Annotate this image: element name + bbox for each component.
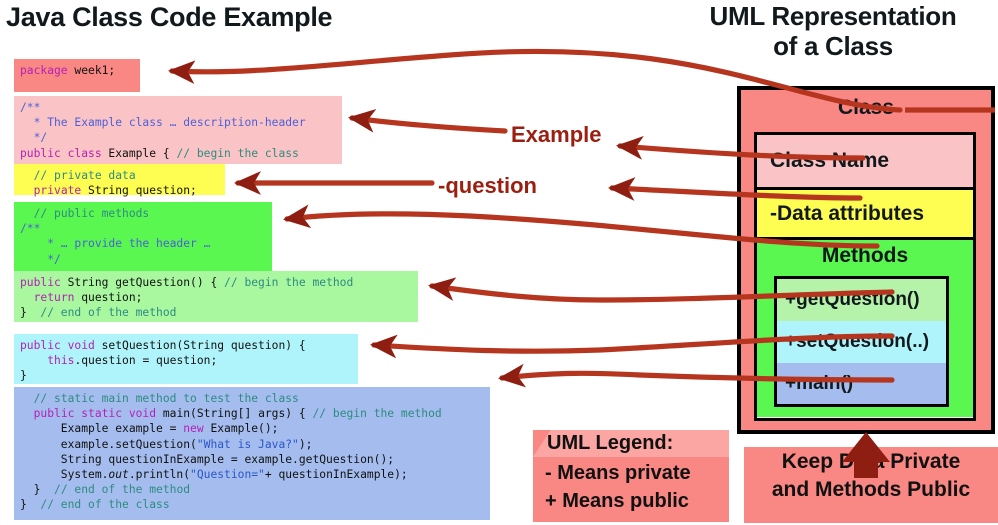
arrow-getquestion-to-block [427, 277, 895, 303]
connector-arrows [167, 48, 995, 478]
arrow-main-to-block [497, 363, 895, 388]
arrow-data-to-label [607, 177, 863, 201]
up-arrow-icon [842, 432, 890, 478]
arrow-class-to-package [167, 48, 903, 113]
arrow-methods-to-comment [282, 204, 880, 249]
arrow-setquestion-to-block [369, 333, 895, 359]
diagram-root: Java Class Code Example UML Representati… [0, 0, 998, 525]
arrow-classname-to-label [615, 135, 866, 161]
arrow-label-to-header [347, 109, 508, 134]
